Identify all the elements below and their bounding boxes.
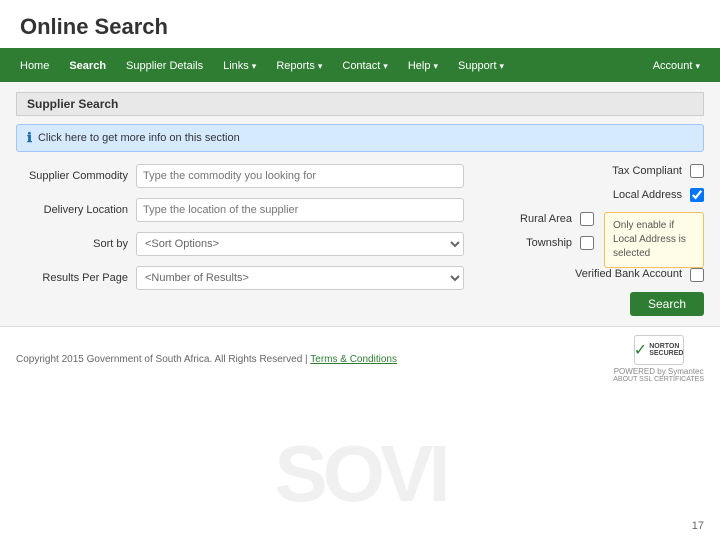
- rural-area-row: Rural Area: [484, 212, 594, 226]
- results-per-page-select[interactable]: <Number of Results>: [136, 266, 464, 290]
- info-icon: ℹ: [27, 130, 32, 146]
- norton-cert-text: ABOUT SSL CERTIFICATES: [613, 376, 704, 383]
- local-address-label: Local Address: [613, 189, 682, 201]
- section-title: Supplier Search: [27, 97, 118, 111]
- supplier-commodity-row: Supplier Commodity: [16, 164, 464, 188]
- nav-account[interactable]: Account▾: [643, 50, 710, 82]
- navbar: Home Search Supplier Details Links▾ Repo…: [0, 50, 720, 82]
- footer: Copyright 2015 Government of South Afric…: [0, 326, 720, 391]
- nav-support[interactable]: Support▾: [448, 50, 514, 82]
- nav-reports[interactable]: Reports▾: [266, 50, 332, 82]
- rural-area-checkbox[interactable]: [580, 212, 594, 226]
- sort-by-select[interactable]: <Sort Options>: [136, 232, 464, 256]
- tax-compliant-row: Tax Compliant: [484, 164, 704, 178]
- results-per-page-row: Results Per Page <Number of Results>: [16, 266, 464, 290]
- nav-supplier-details[interactable]: Supplier Details: [116, 50, 213, 82]
- nav-home[interactable]: Home: [10, 50, 59, 82]
- sort-by-label: Sort by: [16, 238, 136, 250]
- terms-link[interactable]: Terms & Conditions: [310, 354, 397, 365]
- nav-help[interactable]: Help▾: [398, 50, 448, 82]
- rural-area-label: Rural Area: [520, 213, 572, 225]
- supplier-commodity-input[interactable]: [136, 164, 464, 188]
- info-box[interactable]: ℹ Click here to get more info on this se…: [16, 124, 704, 152]
- delivery-location-input[interactable]: [136, 198, 464, 222]
- results-per-page-label: Results Per Page: [16, 272, 136, 284]
- form-left: Supplier Commodity Delivery Location Sor…: [16, 164, 464, 316]
- township-checkbox[interactable]: [580, 236, 594, 250]
- nav-search[interactable]: Search: [59, 50, 116, 82]
- local-address-row: Local Address: [484, 188, 704, 202]
- footer-separator: |: [305, 354, 308, 365]
- search-button[interactable]: Search: [630, 292, 704, 316]
- norton-logo: ✓ NORTONSECURED: [634, 335, 684, 365]
- copyright-text: Copyright 2015 Government of South Afric…: [16, 354, 302, 365]
- tax-compliant-label: Tax Compliant: [612, 165, 682, 177]
- footer-text: Copyright 2015 Government of South Afric…: [16, 354, 397, 365]
- local-address-checkbox[interactable]: [690, 188, 704, 202]
- nav-links[interactable]: Links▾: [213, 50, 266, 82]
- verified-bank-account-checkbox[interactable]: [690, 268, 704, 282]
- norton-badge: ✓ NORTONSECURED POWERED by Symantec ABOU…: [613, 335, 704, 383]
- slide-number: 17: [692, 520, 704, 532]
- tax-compliant-checkbox[interactable]: [690, 164, 704, 178]
- township-label: Township: [526, 237, 572, 249]
- section-header: Supplier Search: [16, 92, 704, 116]
- township-row: Township: [484, 236, 594, 250]
- norton-check-icon: ✓: [634, 340, 647, 360]
- form-right: Tax Compliant Local Address Rural Area: [484, 164, 704, 316]
- tooltip-note: Only enable if Local Address is selected: [604, 212, 704, 268]
- verified-bank-account-label: Verified Bank Account: [575, 268, 682, 281]
- norton-powered-text: POWERED by Symantec: [614, 367, 704, 376]
- form-area: Supplier Commodity Delivery Location Sor…: [16, 164, 704, 316]
- verified-bank-account-row: Verified Bank Account: [484, 268, 704, 282]
- sort-by-row: Sort by <Sort Options>: [16, 232, 464, 256]
- page-title: Online Search: [20, 14, 700, 40]
- nav-contact[interactable]: Contact▾: [332, 50, 397, 82]
- watermark: SOVI: [0, 428, 720, 520]
- info-text: Click here to get more info on this sect…: [38, 132, 240, 144]
- search-btn-row: Search: [484, 292, 704, 316]
- delivery-location-row: Delivery Location: [16, 198, 464, 222]
- delivery-location-label: Delivery Location: [16, 204, 136, 216]
- supplier-commodity-label: Supplier Commodity: [16, 170, 136, 182]
- main-content: Supplier Search ℹ Click here to get more…: [0, 82, 720, 326]
